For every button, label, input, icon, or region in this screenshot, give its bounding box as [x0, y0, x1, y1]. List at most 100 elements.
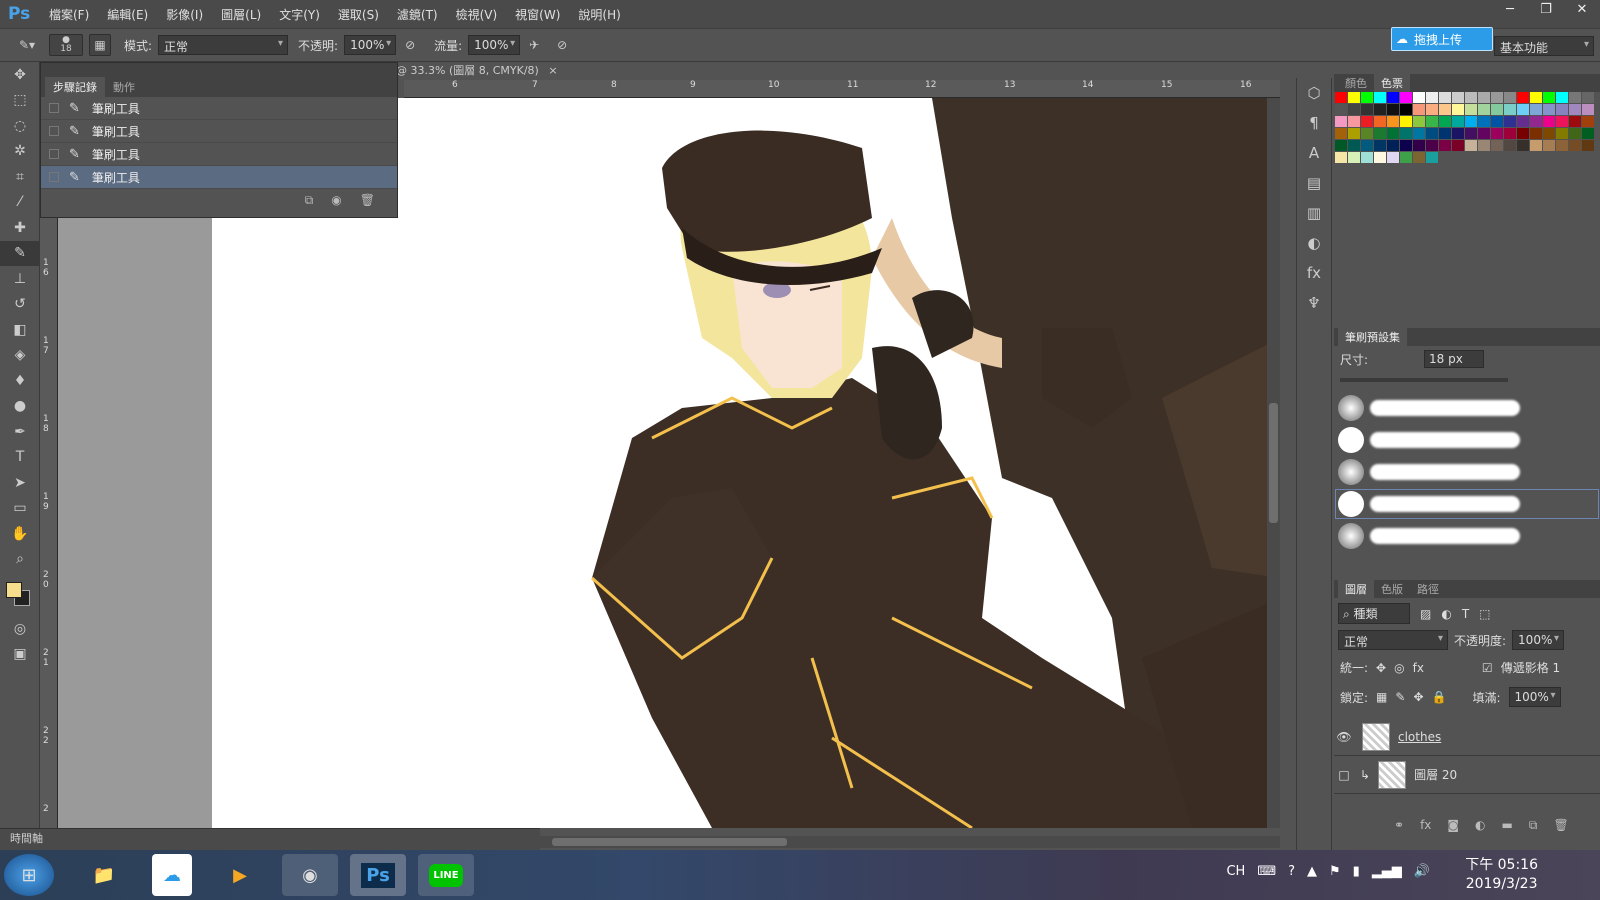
brush-preset-item[interactable]	[1334, 456, 1600, 488]
cube-3d-icon[interactable]: ⬡	[1297, 78, 1331, 108]
flag-icon[interactable]: ⚑	[1329, 864, 1341, 879]
visibility-eye-icon[interactable]: 👁	[1334, 730, 1354, 744]
swatch[interactable]	[1374, 92, 1386, 103]
swatch[interactable]	[1413, 104, 1425, 115]
swatch[interactable]	[1517, 140, 1529, 151]
menu-select[interactable]: 選取(S)	[329, 6, 388, 23]
styles-fx-icon[interactable]: fx	[1297, 258, 1331, 288]
unify-visibility-icon[interactable]: ◎	[1394, 661, 1404, 675]
swatch[interactable]	[1439, 128, 1451, 139]
clock[interactable]: 下午 05:16 2019/3/23	[1465, 856, 1538, 894]
swatch[interactable]	[1465, 104, 1477, 115]
swatch[interactable]	[1543, 140, 1555, 151]
trash-icon[interactable]: 🗑	[360, 193, 375, 207]
swatch[interactable]	[1413, 140, 1425, 151]
swatch[interactable]	[1569, 128, 1581, 139]
foreground-color[interactable]	[6, 582, 22, 598]
swatch[interactable]	[1556, 104, 1568, 115]
restore-button[interactable]: ❐	[1528, 0, 1564, 22]
menu-type[interactable]: 文字(Y)	[270, 6, 329, 23]
brush-preset-item[interactable]	[1334, 392, 1600, 424]
swatch[interactable]	[1400, 104, 1412, 115]
hand-tool-icon[interactable]: ✋	[0, 521, 40, 547]
swatch[interactable]	[1517, 104, 1529, 115]
link-layers-icon[interactable]: ⚭	[1394, 818, 1404, 833]
menu-filter[interactable]: 濾鏡(T)	[388, 6, 447, 23]
delete-layer-icon[interactable]: 🗑	[1553, 818, 1568, 833]
adjustments-icon[interactable]: ◐	[1297, 228, 1331, 258]
swatch[interactable]	[1543, 92, 1555, 103]
swatch[interactable]	[1452, 92, 1464, 103]
swatch[interactable]	[1569, 116, 1581, 127]
swatch[interactable]	[1504, 140, 1516, 151]
swatch[interactable]	[1569, 104, 1581, 115]
clone-source-icon[interactable]: ♆	[1297, 288, 1331, 318]
swatch[interactable]	[1413, 152, 1425, 163]
swatch[interactable]	[1374, 140, 1386, 151]
paragraph-icon[interactable]: ¶	[1297, 108, 1331, 138]
layer-opacity-input[interactable]: 100%	[1512, 630, 1565, 650]
tray-expand-icon[interactable]: ▲	[1307, 864, 1317, 879]
quick-mask-icon[interactable]: ◎	[0, 616, 40, 642]
brush-tool-icon[interactable]: ✎	[0, 240, 40, 266]
swatch[interactable]	[1478, 116, 1490, 127]
tab-brush-presets[interactable]: 筆刷預設集	[1338, 328, 1407, 346]
swatch[interactable]	[1374, 116, 1386, 127]
swatch[interactable]	[1530, 116, 1542, 127]
keyboard-icon[interactable]: ⌨	[1257, 864, 1276, 879]
brush-preset-item[interactable]	[1334, 520, 1600, 552]
swatch[interactable]	[1387, 92, 1399, 103]
photoshop-taskbar-icon[interactable]: Ps	[350, 854, 406, 896]
swatch[interactable]	[1348, 104, 1360, 115]
mode-select[interactable]: 正常	[158, 35, 289, 55]
swatch[interactable]	[1517, 116, 1529, 127]
swatch[interactable]	[1478, 128, 1490, 139]
swatch[interactable]	[1491, 104, 1503, 115]
menu-file[interactable]: 檔案(F)	[40, 6, 98, 23]
start-button[interactable]: ⊞	[4, 854, 54, 896]
swatch[interactable]	[1426, 128, 1438, 139]
swatch[interactable]	[1387, 152, 1399, 163]
swatch[interactable]	[1387, 104, 1399, 115]
file-explorer-icon[interactable]: 📁	[76, 854, 132, 896]
swatch[interactable]	[1361, 152, 1373, 163]
zoom-tool-icon[interactable]: ⌕	[0, 547, 40, 573]
swatch[interactable]	[1452, 140, 1464, 151]
swatch[interactable]	[1491, 128, 1503, 139]
swatch[interactable]	[1543, 104, 1555, 115]
move-tool-icon[interactable]: ✥	[0, 62, 40, 88]
swatch[interactable]	[1361, 116, 1373, 127]
swatch[interactable]	[1426, 116, 1438, 127]
swatch[interactable]	[1478, 140, 1490, 151]
swatch[interactable]	[1556, 128, 1568, 139]
snapshot-camera-icon[interactable]: ◉	[331, 193, 341, 207]
swatch[interactable]	[1439, 140, 1451, 151]
swatch[interactable]	[1465, 140, 1477, 151]
blur-tool-icon[interactable]: ♦	[0, 368, 40, 394]
layer-row[interactable]: 👁 clothes	[1334, 718, 1600, 756]
swatch[interactable]	[1504, 116, 1516, 127]
swatch[interactable]	[1491, 140, 1503, 151]
baidu-cloud-icon[interactable]: ☁	[152, 854, 192, 896]
lock-transparent-icon[interactable]: ▦	[1376, 690, 1387, 704]
tab-channels[interactable]: 色版	[1374, 580, 1410, 598]
unify-style-icon[interactable]: fx	[1413, 661, 1424, 675]
filter-shape-icon[interactable]: ⬚	[1479, 607, 1490, 621]
battery-icon[interactable]: ▮	[1353, 864, 1360, 879]
brush-size-picker[interactable]: ● 18	[49, 34, 83, 56]
swatch[interactable]	[1452, 128, 1464, 139]
visibility-toggle[interactable]: □	[1334, 768, 1354, 782]
dodge-tool-icon[interactable]: ●	[0, 394, 40, 420]
swatch[interactable]	[1465, 128, 1477, 139]
magic-wand-tool-icon[interactable]: ✲	[0, 139, 40, 165]
lasso-tool-icon[interactable]: ◌	[0, 113, 40, 139]
line-app-icon[interactable]: LINE	[418, 854, 474, 896]
healing-tool-icon[interactable]: ✚	[0, 215, 40, 241]
vertical-scrollbar[interactable]	[1267, 98, 1280, 828]
close-button[interactable]: ✕	[1564, 0, 1600, 22]
swatch[interactable]	[1387, 140, 1399, 151]
tab-paths[interactable]: 路徑	[1410, 580, 1446, 598]
propagate-checkbox[interactable]: ☑	[1482, 661, 1493, 675]
airbrush-icon[interactable]: ✈	[523, 34, 545, 56]
swatch[interactable]	[1569, 92, 1581, 103]
